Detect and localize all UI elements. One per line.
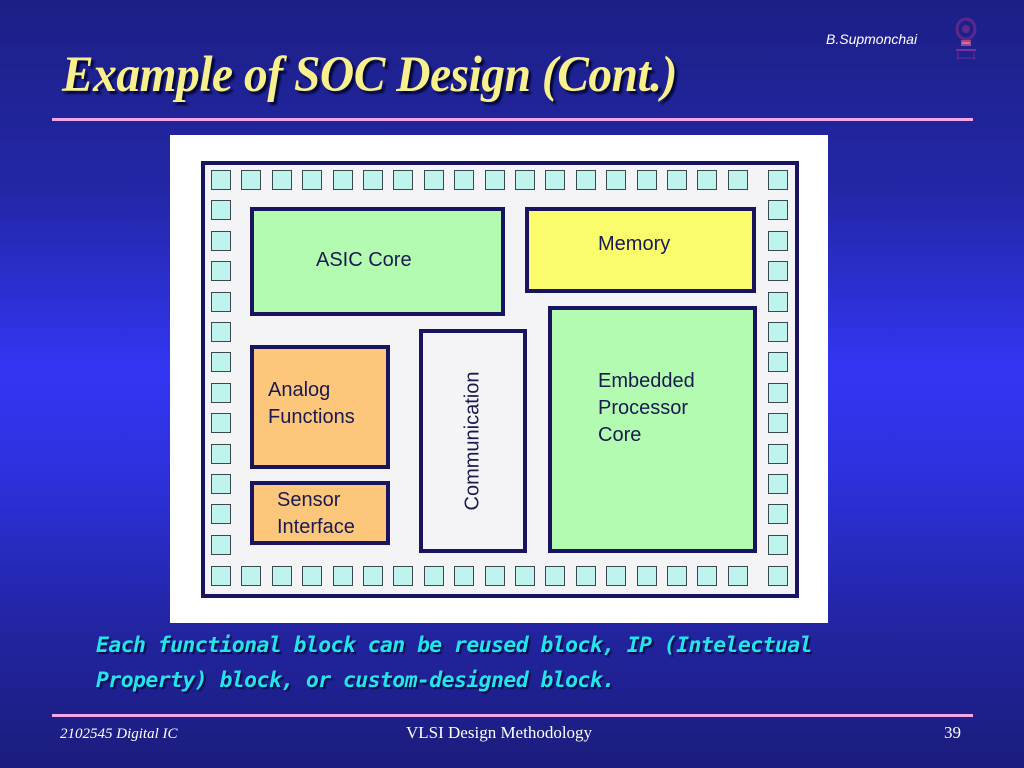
caption-text: Each functional block can be reused bloc… [96,628,936,698]
asic-core-block: ASIC Core [250,207,505,316]
io-pad-bottom [667,566,687,586]
io-pad-top [515,170,535,190]
io-pad-left [211,322,231,342]
io-pad-top [636,170,657,190]
io-pad-right [768,261,788,282]
io-pad-right [768,322,788,342]
io-pad-bottom [332,566,353,586]
io-pad-bottom [241,566,262,586]
io-pad-bottom [606,566,627,586]
io-pad-top [332,170,353,190]
io-pad-top [302,170,323,190]
io-pad-left [211,413,231,434]
io-pad-bottom [515,566,535,586]
io-pad-top [768,170,788,190]
io-pad-top [484,170,505,190]
io-pad-bottom [484,566,505,586]
io-pad-right [768,534,788,555]
io-pad-top [211,170,231,190]
io-pad-right [768,504,788,525]
embedded-processor-label: Embedded Processor Core [598,370,695,446]
io-pad-right [768,200,788,221]
io-pad-bottom [697,566,718,586]
memory-block: Memory [525,207,756,293]
io-pad-top [423,170,444,190]
communication-block: Communication [419,329,527,553]
io-pad-top [271,170,292,190]
caption-line: Property) block, or custom-designed bloc… [96,668,615,693]
io-pad-right [768,230,788,251]
io-pad-top [363,170,383,190]
io-pad-left [211,474,231,494]
io-pad-top [575,170,596,190]
page-number: 39 [944,723,961,742]
io-pad-left [211,504,231,525]
university-emblem-icon [955,17,977,60]
io-pad-bottom [454,566,475,586]
footer-topic: VLSI Design Methodology [406,723,593,742]
asic-core-label: ASIC Core [316,249,412,271]
io-pad-bottom [271,566,292,586]
io-pad-right [768,413,788,434]
io-pad-left [211,261,231,282]
io-pad-top [393,170,414,190]
io-pad-bottom [393,566,414,586]
caption-line: Each functional block can be reused bloc… [96,633,813,658]
memory-label: Memory [598,233,671,255]
io-pad-top [545,170,566,190]
io-pad-bottom [302,566,323,586]
soc-diagram-panel: ASIC Core Memory Analog Functions Sensor… [170,135,828,623]
io-pad-right [768,382,788,403]
io-pad-left [211,352,231,373]
io-pad-right [768,352,788,373]
analog-functions-block: Analog Functions [250,345,390,469]
io-pad-left [211,200,231,221]
title-divider [52,118,973,121]
analog-functions-label: Analog Functions [268,379,355,428]
io-pad-right [768,443,788,464]
io-pad-right [768,291,788,312]
io-pad-right [768,474,788,494]
io-pad-bottom [423,566,444,586]
io-pad-top [727,170,748,190]
io-pad-top [606,170,627,190]
io-pad-top [667,170,687,190]
slide-title: Example of SOC Design (Cont.) [62,47,678,103]
io-pad-top [454,170,475,190]
io-pad-left [211,230,231,251]
footer-course: 2102545 Digital IC [60,726,178,742]
author-name: B.Supmonchai [826,31,918,47]
footer-divider [52,714,973,717]
embedded-processor-block: Embedded Processor Core [548,306,757,553]
io-pad-left [211,443,231,464]
io-pad-bottom [768,566,788,586]
communication-label: Communication [461,371,484,511]
io-pad-bottom [727,566,748,586]
io-pad-bottom [545,566,566,586]
io-pad-bottom [211,566,231,586]
io-pad-bottom [575,566,596,586]
io-pad-left [211,382,231,403]
io-pad-left [211,534,231,555]
io-pad-top [241,170,262,190]
io-pad-bottom [363,566,383,586]
chip-die: ASIC Core Memory Analog Functions Sensor… [201,161,799,598]
io-pad-bottom [636,566,657,586]
sensor-interface-block: Sensor Interface [250,481,390,545]
sensor-interface-label: Sensor Interface [277,489,355,538]
io-pad-left [211,291,231,312]
io-pad-top [697,170,718,190]
